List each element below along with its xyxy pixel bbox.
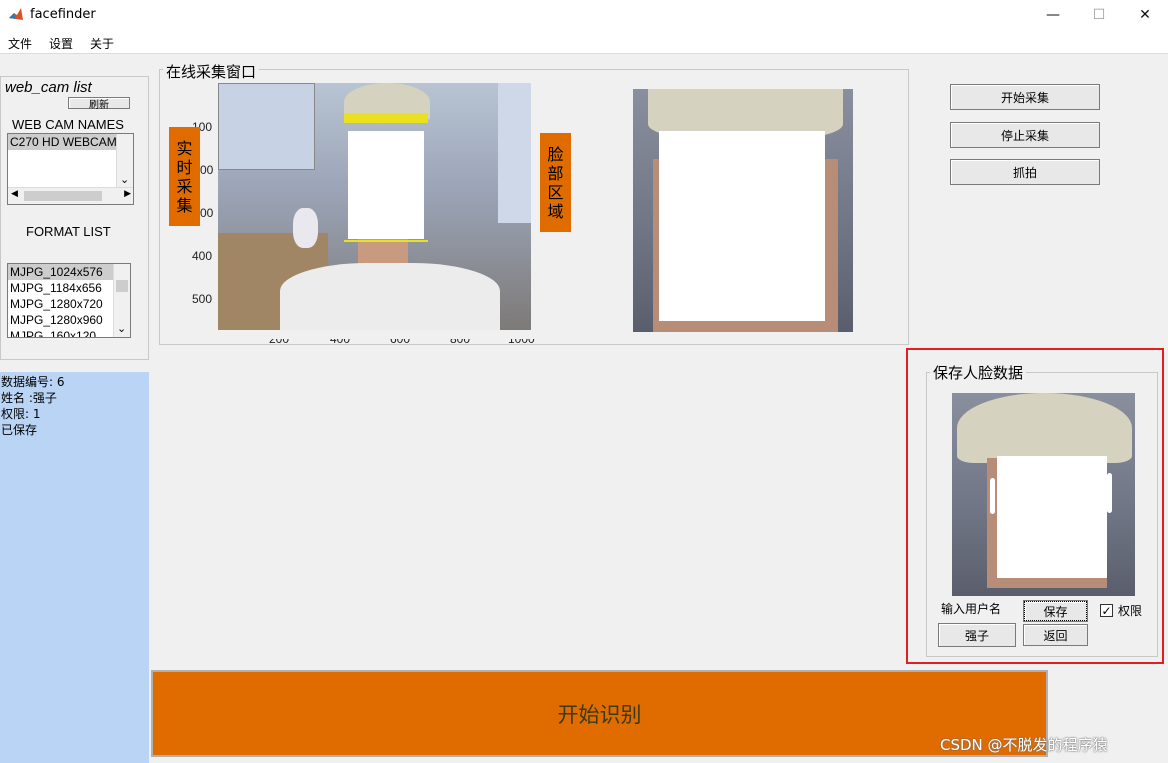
stop-capture-button[interactable]: 停止采集	[950, 122, 1100, 148]
detection-top-bar	[344, 113, 428, 123]
scroll-thumb[interactable]	[116, 280, 128, 292]
list-item[interactable]: MJPG_1024x576	[8, 264, 114, 280]
x-tick-label: 800	[450, 339, 470, 344]
list-item[interactable]: MJPG_160x120	[8, 328, 130, 337]
list-item[interactable]: MJPG_1184x656	[8, 280, 130, 296]
window-area	[498, 83, 531, 223]
x-tick-label: 400	[330, 339, 350, 344]
info-panel: 数据编号: 6 姓名 :强子 权限: 1 已保存	[0, 372, 149, 763]
label-char: 部	[547, 163, 564, 183]
info-status: 已保存	[1, 423, 38, 437]
chevron-down-icon[interactable]: ⌄	[120, 173, 129, 186]
face-mask	[348, 131, 424, 239]
realtime-capture-label: 实 时 采 集	[169, 127, 200, 226]
maximize-button[interactable]: ☐	[1076, 0, 1122, 30]
snapshot-image	[952, 393, 1135, 596]
username-label: 输入用户名	[941, 602, 1002, 616]
info-data-id: 数据编号: 6	[1, 375, 65, 389]
format-list[interactable]: MJPG_1024x576 MJPG_1184x656 MJPG_1280x72…	[7, 263, 131, 338]
face-mask	[997, 456, 1107, 578]
menu-about[interactable]: 关于	[90, 35, 114, 52]
watermark: CSDN @不脱发的程序猿	[940, 736, 1108, 754]
scrollbar[interactable]: ⌄	[116, 134, 133, 188]
username-input[interactable]: 强子	[938, 623, 1016, 647]
list-item[interactable]: C270 HD WEBCAM	[8, 134, 119, 150]
webcam-panel-title: web_cam list	[5, 79, 92, 96]
snapshot-button[interactable]: 抓拍	[950, 159, 1100, 185]
whiteboard	[218, 83, 315, 170]
permission-checkbox[interactable]: ✓	[1100, 604, 1113, 617]
webcam-names-list[interactable]: C270 HD WEBCAM ⌄ ◀ ▶	[7, 133, 134, 205]
y-tick-label: 500	[192, 292, 213, 306]
shirt	[280, 263, 500, 330]
label-char: 域	[547, 201, 564, 221]
y-tick-label: 00	[200, 206, 214, 220]
x-tick-label: 200	[269, 339, 289, 344]
chevron-left-icon[interactable]: ◀	[11, 189, 18, 199]
label-char: 时	[176, 157, 193, 177]
scrollbar[interactable]: ⌄	[113, 264, 130, 337]
label-char: 集	[176, 195, 193, 215]
h-scrollbar[interactable]: ◀ ▶	[8, 187, 133, 204]
detection-bottom-bar	[344, 240, 428, 242]
x-tick-strip: 200 400 600 800 1000	[160, 339, 908, 344]
y-tick-label: 400	[192, 249, 213, 263]
save-button[interactable]: 保存	[1023, 600, 1088, 622]
info-name: 姓名 :强子	[1, 391, 57, 405]
webcam-names-label: WEB CAM NAMES	[12, 117, 124, 132]
info-permission: 权限: 1	[1, 407, 41, 421]
format-list-label: FORMAT LIST	[26, 224, 111, 239]
earbud	[1107, 473, 1112, 513]
cap	[957, 393, 1132, 463]
save-face-panel-title: 保存人脸数据	[930, 362, 1027, 383]
back-button[interactable]: 返回	[1023, 624, 1088, 646]
face-region-label: 脸 部 区 域	[540, 133, 571, 232]
list-item[interactable]: MJPG_1280x960	[8, 312, 130, 328]
scroll-thumb[interactable]	[24, 191, 102, 201]
list-item[interactable]: MJPG_1280x720	[8, 296, 130, 312]
window-title: facefinder	[30, 7, 96, 22]
close-button[interactable]: ✕	[1122, 0, 1168, 30]
face-region-image	[633, 89, 853, 332]
label-char: 脸	[547, 144, 564, 164]
refresh-button[interactable]: 刷新	[68, 97, 130, 111]
plastic-bag	[293, 208, 318, 248]
menu-file[interactable]: 文件	[8, 35, 32, 52]
start-capture-button[interactable]: 开始采集	[950, 84, 1100, 110]
label-char: 区	[547, 182, 564, 202]
chevron-right-icon[interactable]: ▶	[124, 189, 131, 199]
y-tick-label: 00	[200, 163, 214, 177]
capture-panel-title: 在线采集窗口	[163, 61, 260, 82]
face-mask	[659, 131, 825, 321]
chevron-down-icon[interactable]: ⌄	[117, 322, 126, 335]
x-tick-label: 600	[390, 339, 410, 344]
x-tick-label: 1000	[508, 339, 535, 344]
start-recognition-button[interactable]: 开始识别	[151, 670, 1048, 757]
minimize-button[interactable]: —	[1030, 0, 1076, 30]
permission-label: 权限	[1118, 604, 1143, 618]
earbud	[990, 478, 995, 514]
matlab-icon	[8, 7, 24, 23]
menu-settings[interactable]: 设置	[49, 35, 73, 52]
realtime-video-frame	[218, 83, 531, 330]
menu-bar: 文件 设置 关于	[0, 30, 1168, 54]
title-bar	[0, 0, 1168, 30]
label-char: 采	[176, 176, 193, 196]
label-char: 实	[176, 138, 193, 158]
